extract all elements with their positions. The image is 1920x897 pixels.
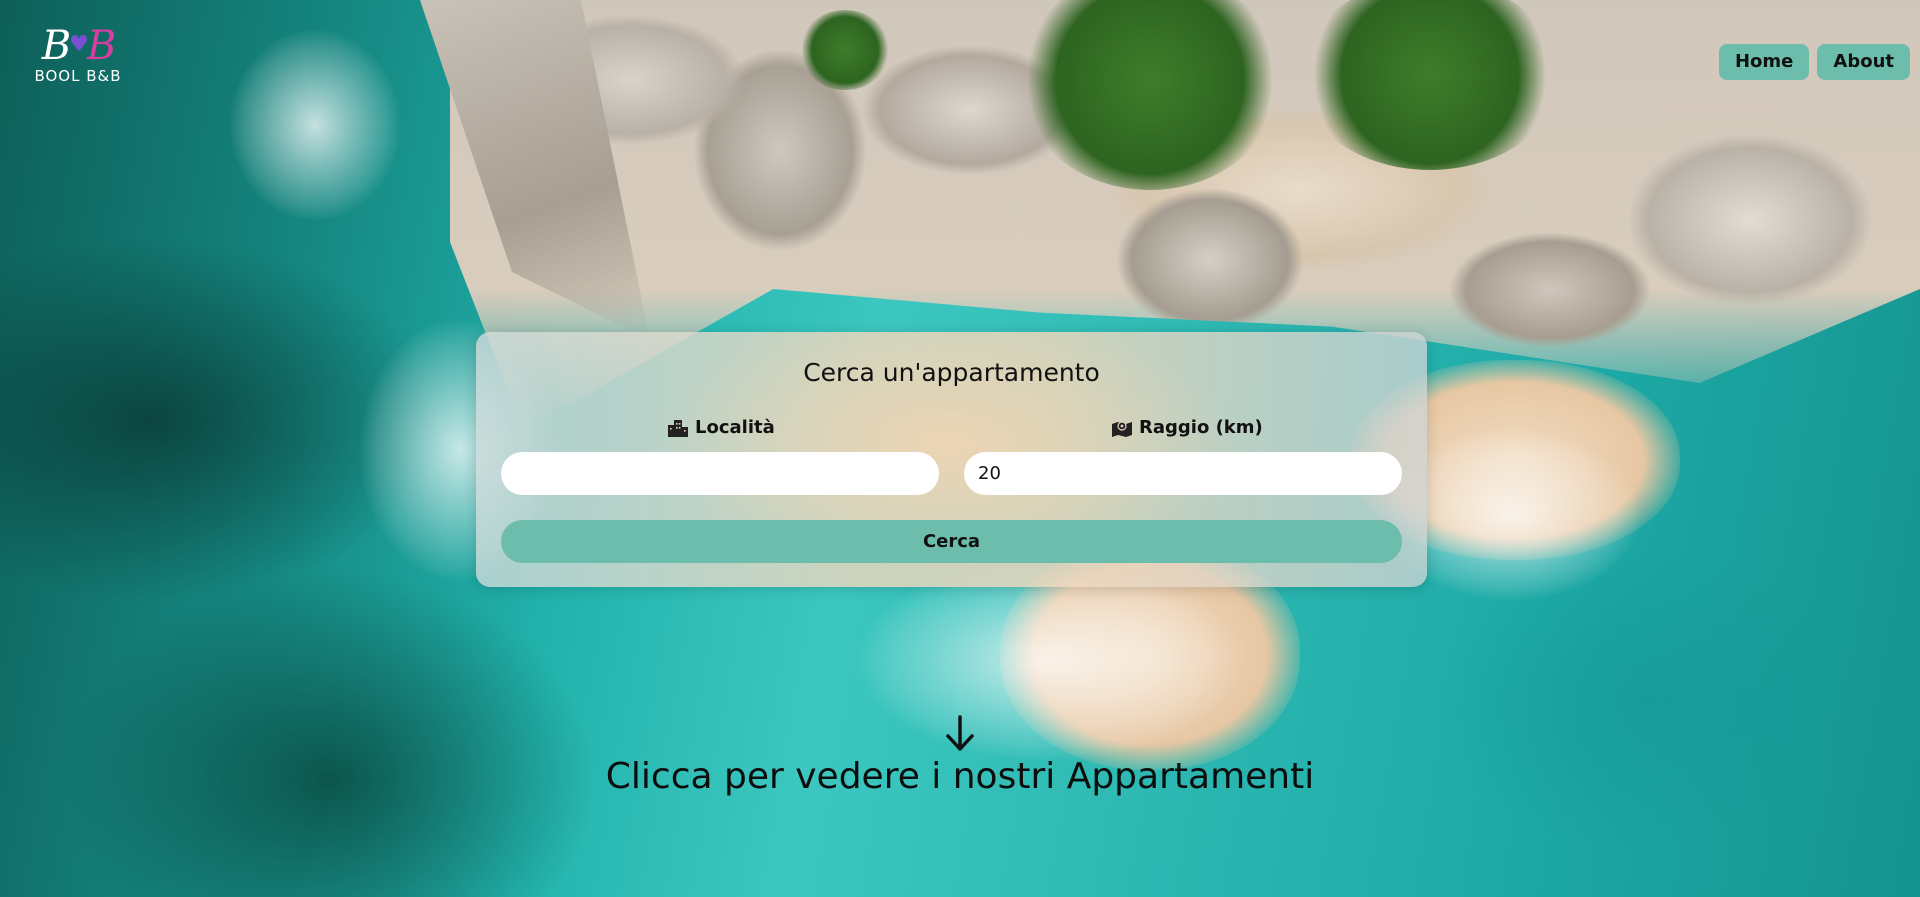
location-label-text: Località <box>695 417 775 438</box>
search-button[interactable]: Cerca <box>501 520 1402 563</box>
logo-mark: B♥B <box>41 22 117 69</box>
cta-text: Clicca per vedere i nostri Appartamenti <box>605 756 1315 797</box>
city-icon <box>668 419 688 437</box>
location-input[interactable] <box>501 452 939 495</box>
radius-label-text: Raggio (km) <box>1139 417 1263 438</box>
site-logo[interactable]: B♥B BOOL B&B <box>28 22 128 92</box>
heart-icon: ♥ <box>69 32 89 57</box>
radius-label: Raggio (km) <box>1111 417 1263 438</box>
nav-home-button[interactable]: Home <box>1718 44 1810 80</box>
wave-foam <box>230 30 400 220</box>
shrub <box>800 10 890 90</box>
nav-about-button[interactable]: About <box>1817 44 1910 80</box>
search-title: Cerca un'appartamento <box>803 358 1100 387</box>
logo-letter-b-pink: B <box>86 23 116 69</box>
arrow-down-icon <box>946 715 974 751</box>
location-label: Località <box>667 417 775 438</box>
top-nav: Home About <box>1718 44 1910 80</box>
radius-input[interactable] <box>964 452 1402 495</box>
logo-text: BOOL B&B <box>34 67 122 85</box>
map-location-icon <box>1112 420 1132 437</box>
search-panel: Cerca un'appartamento Località Raggio (k… <box>476 332 1427 587</box>
logo-letter-b: B <box>41 23 71 69</box>
apartments-cta[interactable]: Clicca per vedere i nostri Appartamenti <box>0 714 1920 797</box>
